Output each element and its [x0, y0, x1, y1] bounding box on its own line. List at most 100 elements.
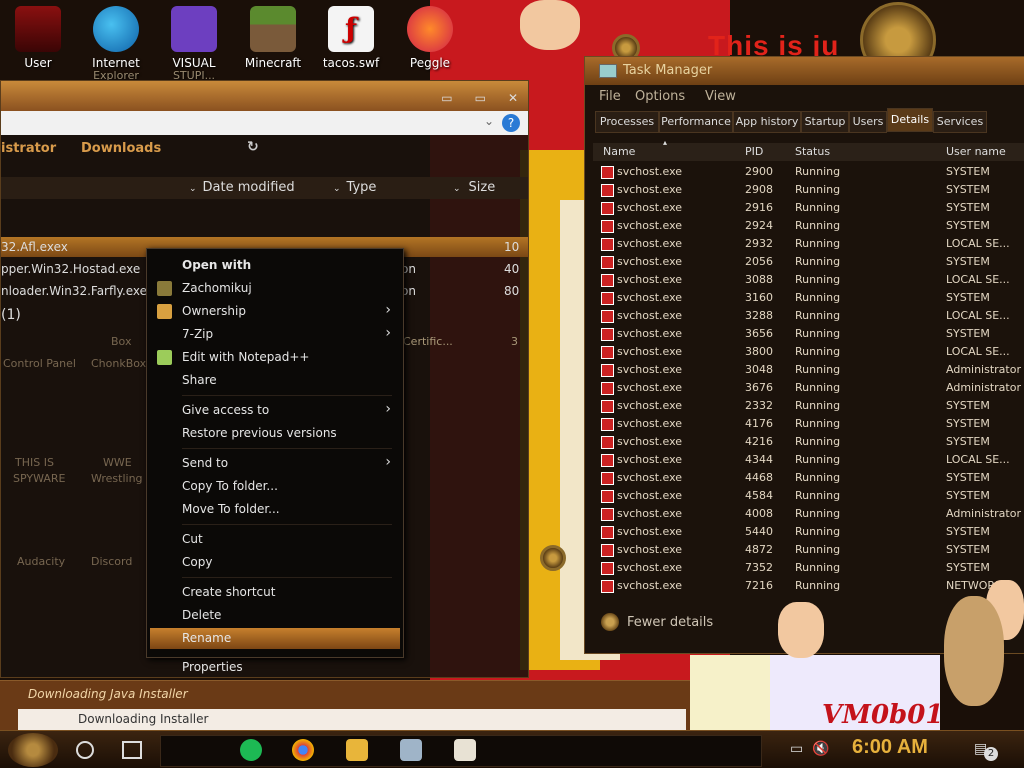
task-manager-icon[interactable]	[400, 739, 422, 761]
process-row[interactable]: svchost.exe 7216 Running NETWORK...	[593, 577, 1024, 595]
menu-view[interactable]: View	[705, 89, 736, 104]
task-manager-titlebar[interactable]: Task Manager	[585, 57, 1024, 85]
process-user: Administrator	[946, 507, 1021, 520]
process-row[interactable]: svchost.exe 4584 Running SYSTEM	[593, 487, 1024, 505]
menu-item-create-shortcut[interactable]: Create shortcut	[147, 582, 403, 603]
chevron-up-icon	[601, 613, 619, 631]
column-header-status[interactable]: Status	[795, 145, 830, 158]
process-row[interactable]: svchost.exe 5440 Running SYSTEM	[593, 523, 1024, 541]
process-row[interactable]: svchost.exe 4216 Running SYSTEM	[593, 433, 1024, 451]
spotify-icon[interactable]	[240, 739, 262, 761]
process-row[interactable]: svchost.exe 2916 Running SYSTEM	[593, 199, 1024, 217]
process-row[interactable]: svchost.exe 3656 Running SYSTEM	[593, 325, 1024, 343]
chevron-down-icon[interactable]: ⌄	[484, 114, 494, 128]
menu-options[interactable]: Options	[635, 89, 685, 104]
desktop-icon-internet-explorer[interactable]: Internet Explorer	[80, 6, 152, 82]
process-name: svchost.exe	[617, 165, 683, 178]
menu-item-label: Restore previous versions	[182, 426, 337, 440]
tab-details[interactable]: Details	[887, 108, 933, 132]
process-row[interactable]: svchost.exe 2332 Running SYSTEM	[593, 397, 1024, 415]
process-row[interactable]: svchost.exe 4468 Running SYSTEM	[593, 469, 1024, 487]
search-icon[interactable]	[76, 741, 94, 759]
process-row[interactable]: svchost.exe 2932 Running LOCAL SE...	[593, 235, 1024, 253]
desktop-icon-visual-studio[interactable]: VISUAL STUPI...	[158, 6, 230, 82]
desktop-icon-user[interactable]: User	[2, 6, 74, 70]
column-header-label: Date modified	[202, 180, 295, 195]
menu-file[interactable]: File	[599, 89, 621, 104]
process-row[interactable]: svchost.exe 3800 Running LOCAL SE...	[593, 343, 1024, 361]
process-row[interactable]: svchost.exe 3676 Running Administrator	[593, 379, 1024, 397]
process-row[interactable]: svchost.exe 4176 Running SYSTEM	[593, 415, 1024, 433]
volume-muted-icon[interactable]: 🔇	[812, 741, 829, 757]
java-icon[interactable]	[454, 739, 476, 761]
tab-users[interactable]: Users	[849, 111, 887, 133]
column-header-name[interactable]: Name	[603, 145, 635, 158]
process-row[interactable]: svchost.exe 2900 Running SYSTEM	[593, 163, 1024, 181]
ghost-icon-label: Audacity	[17, 555, 66, 568]
menu-item-copy[interactable]: Copy	[147, 552, 403, 573]
process-name: svchost.exe	[617, 417, 683, 430]
file-name: 32.Afl.exex	[1, 240, 68, 254]
menu-item-share[interactable]: Share	[147, 370, 403, 391]
desktop-icon-peggle[interactable]: Peggle	[394, 6, 466, 70]
menu-item-give-access[interactable]: Give access to ›	[147, 400, 403, 421]
network-icon[interactable]: ▭	[790, 741, 803, 757]
column-header-date-modified[interactable]: ⌄ Date modified	[189, 180, 295, 195]
process-user: SYSTEM	[946, 291, 990, 304]
menu-item-delete[interactable]: Delete	[147, 605, 403, 626]
desktop-icon-tacos-swf[interactable]: ƒ tacos.swf	[315, 6, 387, 70]
tab-services[interactable]: Services	[933, 111, 987, 133]
tab-processes[interactable]: Processes	[595, 111, 659, 133]
group-header[interactable]: (1)	[1, 307, 21, 323]
menu-item-7zip[interactable]: 7-Zip ›	[147, 324, 403, 345]
menu-item-label: Move To folder...	[182, 502, 280, 516]
menu-item-ownership[interactable]: Ownership ›	[147, 301, 403, 322]
process-row[interactable]: svchost.exe 4872 Running SYSTEM	[593, 541, 1024, 559]
process-row[interactable]: svchost.exe 3048 Running Administrator	[593, 361, 1024, 379]
process-row[interactable]: svchost.exe 2924 Running SYSTEM	[593, 217, 1024, 235]
process-pid: 7352	[745, 561, 773, 574]
column-header-size[interactable]: ⌄ Size	[453, 180, 495, 195]
process-icon	[601, 562, 614, 575]
process-row[interactable]: svchost.exe 3160 Running SYSTEM	[593, 289, 1024, 307]
task-view-icon[interactable]	[122, 741, 142, 759]
maximize-icon[interactable]: ▭	[475, 91, 486, 105]
close-icon[interactable]: ✕	[508, 91, 518, 105]
menu-item-send-to[interactable]: Send to ›	[147, 453, 403, 474]
menu-item-zachomikuj[interactable]: Zachomikuj	[147, 278, 403, 299]
column-header-user-name[interactable]: User name	[946, 145, 1006, 158]
process-row[interactable]: svchost.exe 3288 Running LOCAL SE...	[593, 307, 1024, 325]
minimize-icon[interactable]: ▭	[441, 91, 452, 105]
chrome-icon[interactable]	[292, 739, 314, 761]
java-installer-window[interactable]: Downloading Java Installer Downloading I…	[0, 680, 690, 731]
process-row[interactable]: svchost.exe 3088 Running LOCAL SE...	[593, 271, 1024, 289]
process-row[interactable]: svchost.exe 2908 Running SYSTEM	[593, 181, 1024, 199]
help-icon[interactable]: ?	[502, 114, 520, 132]
process-row[interactable]: svchost.exe 7352 Running SYSTEM	[593, 559, 1024, 577]
menu-item-edit-notepad[interactable]: Edit with Notepad++	[147, 347, 403, 368]
menu-item-copy-to-folder[interactable]: Copy To folder...	[147, 476, 403, 497]
menu-item-move-to-folder[interactable]: Move To folder...	[147, 499, 403, 520]
process-name: svchost.exe	[617, 435, 683, 448]
start-button[interactable]	[8, 733, 58, 767]
refresh-icon[interactable]: ↻	[247, 139, 259, 155]
column-header-type[interactable]: ⌄ Type	[333, 180, 376, 195]
process-row[interactable]: svchost.exe 2056 Running SYSTEM	[593, 253, 1024, 271]
tab-performance[interactable]: Performance	[659, 111, 733, 133]
desktop-icon-minecraft[interactable]: Minecraft	[237, 6, 309, 70]
menu-item-properties[interactable]: Properties	[147, 657, 403, 678]
task-manager-window[interactable]: Task Manager File Options View Processes…	[584, 56, 1024, 654]
file-explorer-icon[interactable]	[346, 739, 368, 761]
menu-item-cut[interactable]: Cut	[147, 529, 403, 550]
menu-item-rename[interactable]: Rename	[150, 628, 400, 649]
column-header-pid[interactable]: PID	[745, 145, 763, 158]
process-row[interactable]: svchost.exe 4008 Running Administrator	[593, 505, 1024, 523]
tab-startup[interactable]: Startup	[801, 111, 849, 133]
menu-item-open-with[interactable]: Open with	[147, 255, 403, 276]
breadcrumb-item[interactable]: Downloads	[81, 141, 161, 156]
clock[interactable]: 6:00 AM	[852, 736, 928, 759]
breadcrumb-item[interactable]: istrator	[1, 141, 56, 156]
process-row[interactable]: svchost.exe 4344 Running LOCAL SE...	[593, 451, 1024, 469]
tab-app-history[interactable]: App history	[733, 111, 801, 133]
menu-item-restore-versions[interactable]: Restore previous versions	[147, 423, 403, 444]
